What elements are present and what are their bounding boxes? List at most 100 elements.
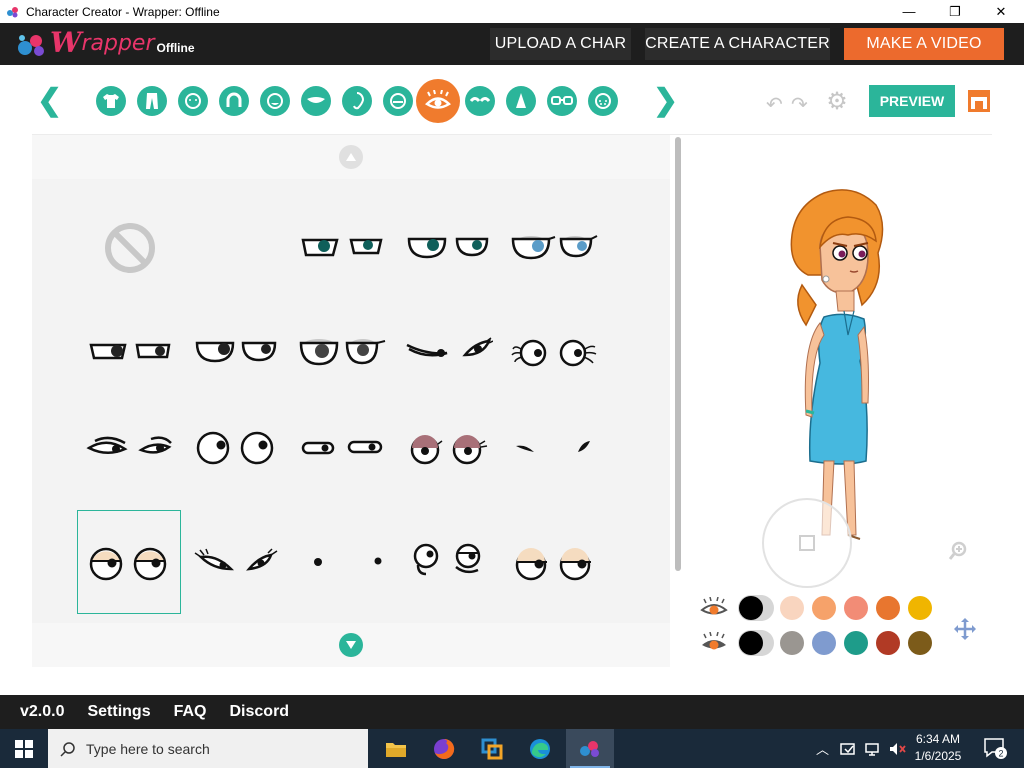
category-next-button[interactable]: ❯ (653, 85, 678, 117)
eye-option-round-large[interactable] (184, 396, 288, 500)
maximize-button[interactable]: ❐ (932, 0, 978, 23)
window-titlebar: Character Creator - Wrapper: Offline — ❐… (0, 0, 1024, 23)
footer-faq-link[interactable]: FAQ (174, 703, 207, 721)
category-hair-icon[interactable] (219, 86, 249, 116)
search-placeholder: Type here to search (86, 740, 210, 757)
eye-option-half-black[interactable] (184, 300, 288, 404)
color-swatch[interactable] (908, 631, 932, 655)
color-picker-1[interactable] (738, 595, 774, 621)
eye-option-flat-black[interactable] (78, 300, 182, 404)
color-swatch[interactable] (908, 596, 932, 620)
eye-option-lash-wink[interactable] (184, 510, 288, 614)
app-header: W rapper Offline UPLOAD A CHAR CREATE A … (0, 23, 1024, 65)
character-figure[interactable] (684, 135, 1024, 565)
color-swatch[interactable] (812, 596, 836, 620)
edge-browser-icon[interactable] (516, 729, 564, 768)
category-glasses-icon[interactable] (547, 86, 577, 116)
logo-bubbles-icon (18, 35, 44, 56)
category-prev-button[interactable]: ❮ (37, 85, 62, 117)
eye-option-grey-lidded[interactable] (290, 300, 394, 404)
zoom-in-icon[interactable] (948, 540, 970, 562)
firefox-icon[interactable] (420, 729, 468, 768)
category-mustache-icon[interactable] (383, 86, 413, 116)
network-icon[interactable] (865, 741, 883, 757)
category-pants-icon[interactable] (137, 86, 167, 116)
color-swatch[interactable] (780, 596, 804, 620)
eye-option-tiny-lash[interactable] (502, 396, 606, 500)
system-tray: ︿ (816, 729, 907, 768)
upload-char-button[interactable]: UPLOAD A CHAR (490, 28, 631, 60)
iris-color-icon (702, 632, 726, 650)
color-swatch[interactable] (876, 631, 900, 655)
virtualbox-icon[interactable] (468, 729, 516, 768)
undo-icon[interactable]: ↶ (766, 92, 783, 117)
settings-gear-icon[interactable]: ⚙ (824, 89, 850, 115)
taskbar-clock[interactable]: 6:34 AM 1/6/2025 (900, 731, 976, 765)
make-video-button[interactable]: MAKE A VIDEO (844, 28, 1004, 60)
eye-option-sly-lashes[interactable] (396, 300, 500, 404)
eye-option-hook-eyes[interactable] (396, 510, 500, 614)
redo-icon[interactable]: ↷ (791, 92, 808, 117)
notification-center-icon[interactable]: 2 (982, 735, 1008, 761)
tray-app-icon[interactable] (839, 741, 857, 757)
tray-chevron-up-icon[interactable]: ︿ (816, 739, 829, 758)
logo-subtitle: Offline (156, 41, 195, 55)
category-eyebrows-icon[interactable] (465, 86, 495, 116)
color-swatch[interactable] (844, 596, 868, 620)
category-mouth-icon[interactable] (301, 86, 331, 116)
start-button[interactable] (0, 729, 48, 768)
eye-option-lashed-round[interactable] (502, 300, 606, 404)
color-swatch[interactable] (844, 631, 868, 655)
eye-color-row-1 (700, 594, 940, 622)
eyes-asset-panel (32, 135, 670, 667)
file-explorer-icon[interactable] (372, 729, 420, 768)
move-handle-square-icon (799, 535, 815, 551)
preview-button[interactable]: PREVIEW (869, 85, 955, 117)
wrapper-logo[interactable]: W rapper Offline (16, 28, 195, 58)
category-head-icon[interactable] (178, 86, 208, 116)
category-ear-icon[interactable] (342, 86, 372, 116)
color-swatch[interactable] (780, 631, 804, 655)
app-footer: v2.0.0 Settings FAQ Discord (0, 695, 1024, 729)
version-label: v2.0.0 (20, 703, 65, 720)
close-button[interactable]: ✕ (978, 0, 1024, 23)
color-swatch[interactable] (812, 631, 836, 655)
eye-option-squint-flat[interactable] (290, 396, 394, 500)
eye-option-narrow-green[interactable] (290, 196, 394, 300)
category-freckles-icon[interactable] (588, 86, 618, 116)
notification-count: 2 (998, 749, 1003, 759)
eye-option-dots[interactable] (290, 510, 394, 614)
window-title: Character Creator - Wrapper: Offline (26, 4, 220, 19)
wrapper-offline-taskbar-icon[interactable] (566, 729, 614, 768)
footer-settings-link[interactable]: Settings (87, 703, 150, 721)
category-eyes-icon[interactable] (416, 79, 460, 123)
save-icon[interactable] (968, 90, 990, 112)
no-eyes-icon (105, 223, 155, 273)
eye-option-pink-lidded[interactable] (396, 396, 500, 500)
eye-option-tan-half[interactable] (502, 510, 606, 614)
scroll-down-button[interactable] (339, 633, 363, 657)
color-picker-2[interactable] (738, 630, 774, 656)
category-toolbar: ❮ ❯ ↶ ↷ ⚙ PREVIEW (0, 65, 1024, 135)
color-swatch[interactable] (876, 596, 900, 620)
category-shirt-icon[interactable] (96, 86, 126, 116)
category-face-icon[interactable] (260, 86, 290, 116)
move-arrows-icon[interactable] (952, 616, 978, 642)
taskbar-search-box[interactable]: Type here to search (48, 729, 368, 768)
eye-option-blue-lidded[interactable] (502, 196, 606, 300)
character-move-handle[interactable] (762, 498, 852, 588)
app-icon (7, 6, 18, 17)
scroll-up-bar (32, 135, 670, 179)
eye-option-none[interactable] (78, 196, 182, 300)
create-character-button[interactable]: CREATE A CHARACTER (645, 28, 830, 60)
asset-panel-scrollbar[interactable] (675, 137, 681, 571)
footer-discord-link[interactable]: Discord (230, 703, 290, 721)
eye-option-round-green[interactable] (396, 196, 500, 300)
eye-option-tan-lidded[interactable] (77, 510, 181, 614)
eye-color-row-2 (700, 629, 940, 657)
minimize-button[interactable]: — (886, 0, 932, 23)
category-nose-icon[interactable] (506, 86, 536, 116)
eye-option-sideways-lid[interactable] (78, 396, 182, 500)
logo-letter: W (50, 26, 82, 59)
scroll-up-button[interactable] (339, 145, 363, 169)
